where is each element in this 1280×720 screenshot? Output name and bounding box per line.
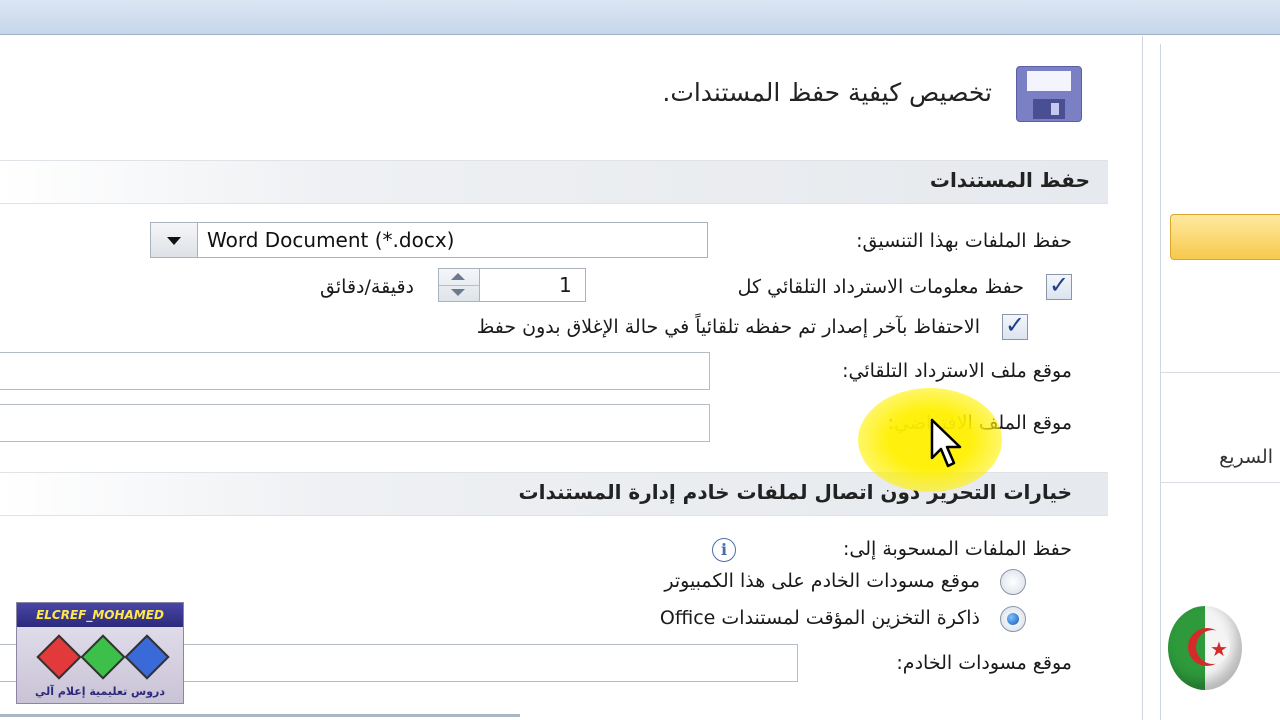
autorecover-minutes-value: 1 [559,273,572,297]
keep-last-version-label: الاحتفاظ بآخر إصدار تم حفظه تلقائياً في … [476,316,980,338]
radio-server-drafts-label: موقع مسودات الخادم على هذا الكمبيوتر [664,570,980,592]
checkmark-icon: ✓ [1049,271,1070,299]
keep-last-version-checkbox[interactable]: ✓ [1002,311,1028,340]
save-format-dropdown[interactable]: Word Document (*.docx) [150,222,708,258]
radio-selected-dot [1007,613,1019,625]
algeria-flag-icon: ★ [1168,606,1242,690]
chevron-down-icon[interactable] [151,223,198,257]
section-title-save-documents: حفظ المستندات [929,168,1090,192]
highlighted-side-button[interactable] [1170,214,1280,260]
spin-up-icon[interactable] [451,273,465,280]
channel-logo-subtitle: دروس تعليمية إعلام آلي [34,685,166,698]
red-gem-icon [36,634,82,680]
radio-server-drafts[interactable] [1000,569,1026,595]
window-top-bar [0,0,1280,35]
green-gem-icon [80,634,126,680]
server-drafts-location-label: موقع مسودات الخادم: [896,652,1072,674]
autorecover-location-input[interactable] [0,352,710,390]
autorecover-label: حفظ معلومات الاسترداد التلقائي كل [737,276,1024,298]
radio-office-cache-label: ذاكرة التخزين المؤقت لمستندات Office [659,607,980,629]
blue-gem-icon [124,634,170,680]
channel-logo: ELCREF_MOHAMED دروس تعليمية إعلام آلي [16,602,184,704]
bottom-divider [0,714,520,717]
mouse-pointer-icon [930,418,962,468]
save-format-label: حفظ الملفات بهذا التنسيق: [856,230,1072,252]
save-checked-out-label: حفظ الملفات المسحوبة إلى: [842,538,1072,560]
info-icon[interactable]: i [712,538,736,562]
minutes-unit-label: دقيقة/دقائق [320,276,414,298]
autorecover-location-label: موقع ملف الاسترداد التلقائي: [842,360,1072,382]
right-panel-partial-text: السريع [1219,446,1273,468]
page-title: تخصيص كيفية حفظ المستندات. [662,78,992,107]
section-title-offline-editing: خيارات التحرير دون اتصال لملفات خادم إدا… [518,480,1072,504]
spin-down-icon[interactable] [451,289,465,296]
radio-office-cache[interactable] [1000,606,1026,632]
save-disk-icon [1016,66,1082,122]
checkmark-icon: ✓ [1005,311,1026,339]
autorecover-checkbox[interactable]: ✓ [1046,271,1072,300]
save-format-value: Word Document (*.docx) [207,228,455,252]
autorecover-minutes-spinner[interactable]: 1 [438,268,586,302]
default-location-input[interactable] [0,404,710,442]
channel-logo-title: ELCREF_MOHAMED [17,603,183,627]
